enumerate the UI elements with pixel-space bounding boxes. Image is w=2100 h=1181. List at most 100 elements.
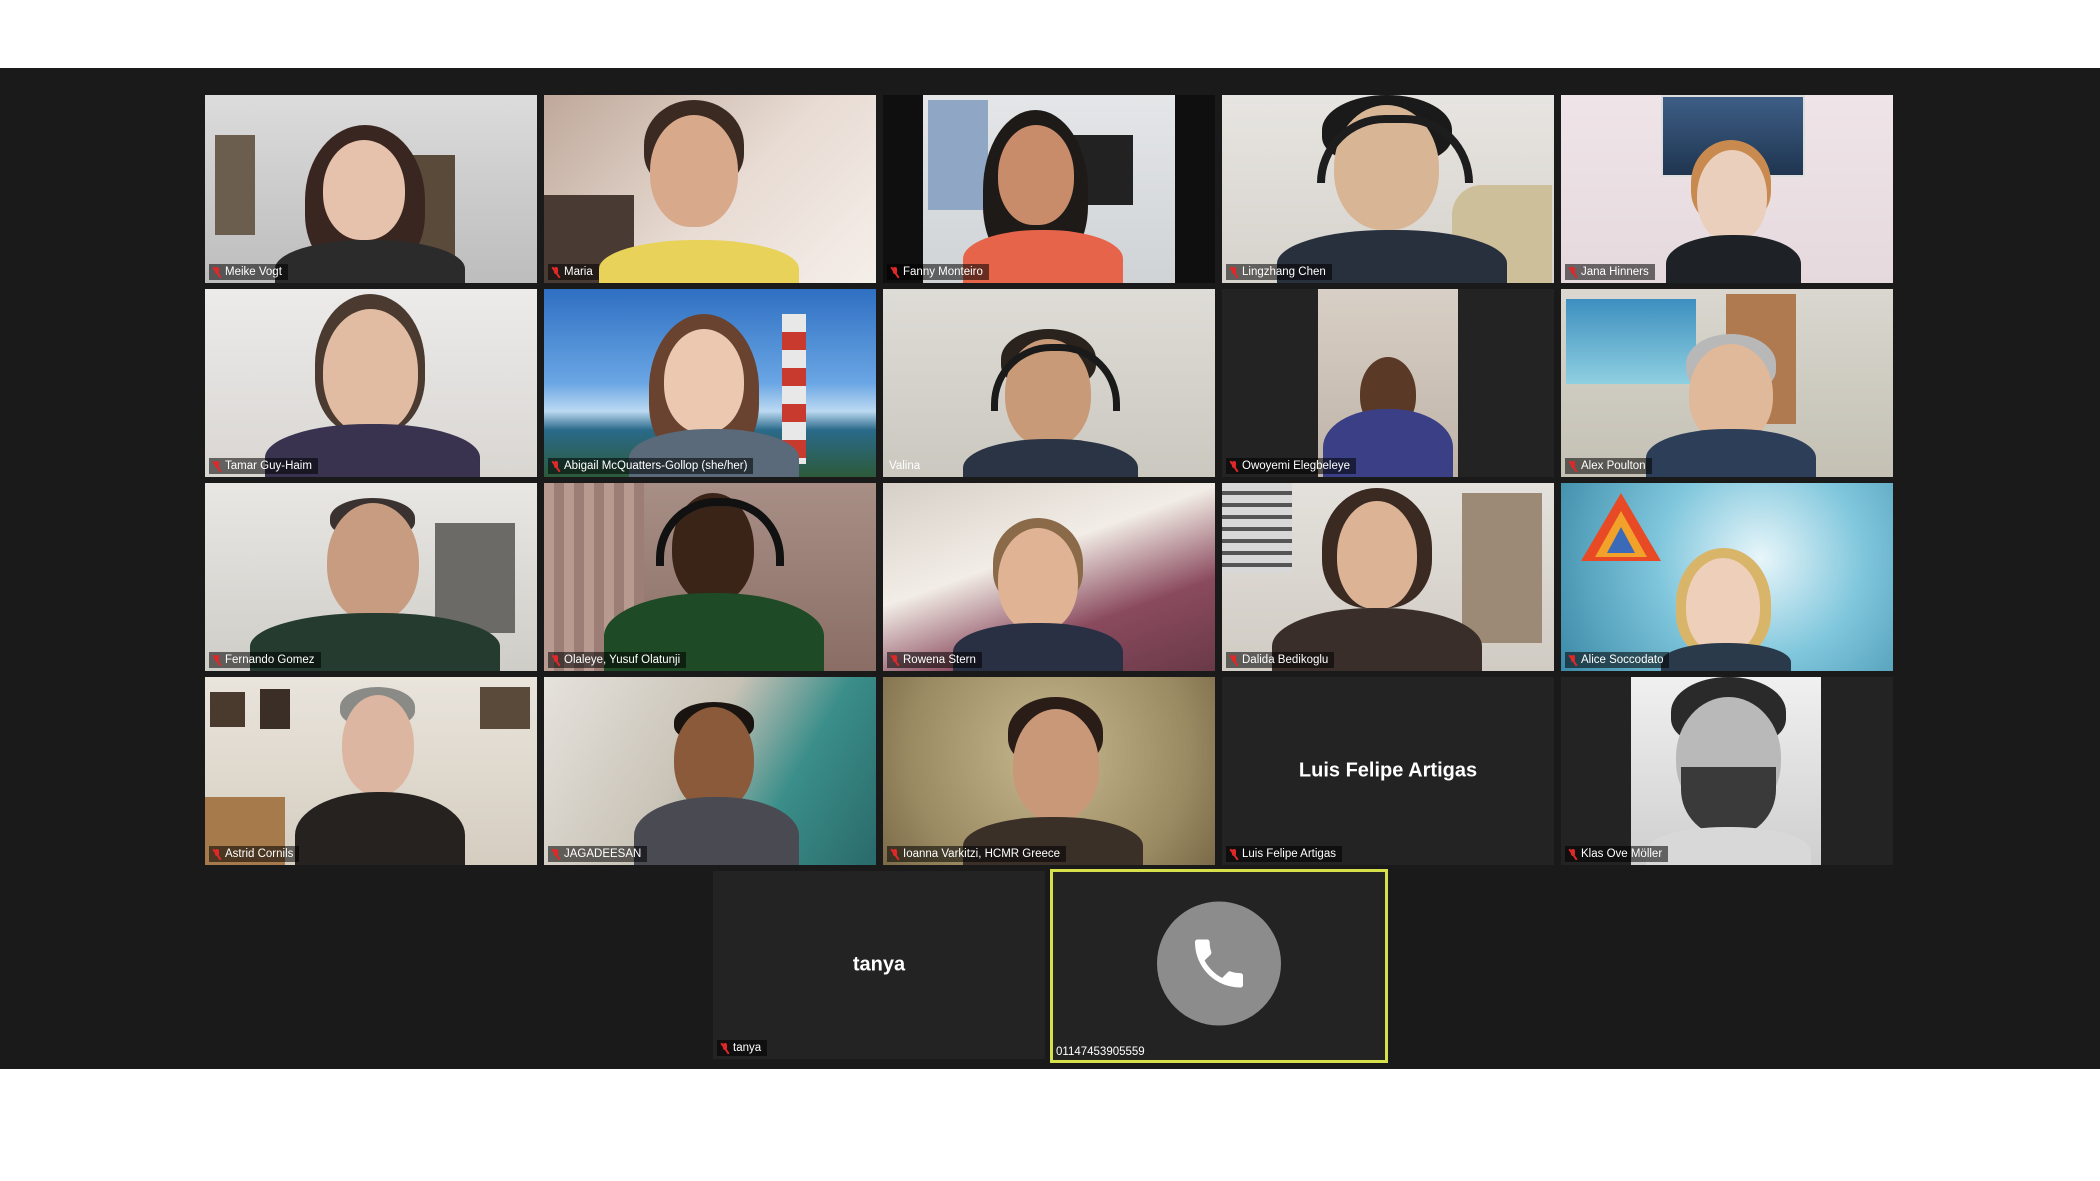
participant-name: Alex Poulton (1581, 460, 1646, 472)
participant-nameplate: Lingzhang Chen (1226, 264, 1332, 280)
video-feed (205, 483, 537, 671)
participant-name: Meike Vogt (225, 266, 282, 278)
mic-muted-icon (213, 266, 221, 278)
video-feed (883, 677, 1215, 865)
participant-tile[interactable]: Fernando Gomez (205, 483, 537, 671)
participant-tile[interactable]: Fanny Monteiro (883, 95, 1215, 283)
video-feed (1222, 95, 1554, 283)
phone-icon (1195, 939, 1243, 988)
participant-name: JAGADEESAN (564, 848, 642, 860)
participant-name: Alice Soccodato (1581, 654, 1664, 666)
mic-muted-icon (552, 654, 560, 666)
participant-nameplate: Olaleye, Yusuf Olatunji (548, 652, 687, 668)
mic-muted-icon (1230, 266, 1238, 278)
mic-muted-icon (213, 460, 221, 472)
video-feed (923, 95, 1175, 283)
participant-name: Tamar Guy-Haim (225, 460, 312, 472)
video-feed (1561, 95, 1893, 283)
participant-name: tanya (733, 1042, 762, 1054)
video-feed (1318, 289, 1458, 477)
mic-muted-icon (1230, 460, 1238, 472)
participant-tile[interactable]: Jana Hinners (1561, 95, 1893, 283)
participant-tile[interactable]: Maria (544, 95, 876, 283)
video-feed (1561, 289, 1893, 477)
video-feed (205, 677, 537, 865)
participant-nameplate: Luis Felipe Artigas (1226, 846, 1342, 862)
participant-tile[interactable]: Owoyemi Elegbeleye (1222, 289, 1554, 477)
participant-nameplate: Ioanna Varkitzi, HCMR Greece (887, 846, 1067, 862)
participant-nameplate: Astrid Cornils (209, 846, 300, 862)
participant-name: Dalida Bedikoglu (1242, 654, 1329, 666)
mic-muted-icon (213, 654, 221, 666)
mic-muted-icon (721, 1042, 729, 1054)
gallery-view: Meike Vogt Maria Fanny Monteiro Lingzhan… (0, 68, 2100, 1069)
participant-tile[interactable]: Alex Poulton (1561, 289, 1893, 477)
participant-nameplate: Owoyemi Elegbeleye (1226, 458, 1357, 474)
participant-tile[interactable]: Alice Soccodato (1561, 483, 1893, 671)
participant-tile[interactable]: Luis Felipe Artigas Luis Felipe Artigas (1222, 677, 1554, 865)
phone-number-label: 01147453905559 (1056, 1046, 1145, 1058)
participant-name: Ioanna Varkitzi, HCMR Greece (903, 848, 1061, 860)
participant-nameplate: Fernando Gomez (209, 652, 321, 668)
mic-muted-icon (213, 848, 221, 860)
participant-tile[interactable]: Meike Vogt (205, 95, 537, 283)
mic-muted-icon (1569, 848, 1577, 860)
logo-icon (1581, 493, 1661, 561)
mic-muted-icon (1569, 266, 1577, 278)
video-feed (883, 483, 1215, 671)
video-feed (205, 95, 537, 283)
mic-muted-icon (1230, 848, 1238, 860)
video-feed (1222, 483, 1554, 671)
mic-muted-icon (891, 654, 899, 666)
video-feed (544, 677, 876, 865)
participant-tile[interactable]: Astrid Cornils (205, 677, 537, 865)
participant-name: Astrid Cornils (225, 848, 294, 860)
participant-nameplate: Fanny Monteiro (887, 264, 989, 280)
participant-nameplate: Abigail McQuatters-Gollop (she/her) (548, 458, 754, 474)
participant-nameplate: Alice Soccodato (1565, 652, 1670, 668)
participant-tile-active-speaker[interactable]: 01147453905559 (1050, 869, 1388, 1063)
mic-muted-icon (891, 848, 899, 860)
participant-tile[interactable]: tanya tanya (713, 871, 1045, 1059)
participant-display-name: Luis Felipe Artigas (1298, 759, 1478, 782)
participant-name: Owoyemi Elegbeleye (1242, 460, 1351, 472)
video-feed (883, 289, 1215, 477)
participant-nameplate: Jana Hinners (1565, 264, 1655, 280)
participant-name: Luis Felipe Artigas (1242, 848, 1336, 860)
participant-tile[interactable]: Valina (883, 289, 1215, 477)
participant-name: Abigail McQuatters-Gollop (she/her) (564, 460, 748, 472)
participant-nameplate: Tamar Guy-Haim (209, 458, 318, 474)
video-feed (1561, 483, 1893, 671)
participant-tile[interactable]: Tamar Guy-Haim (205, 289, 537, 477)
participant-name: Fanny Monteiro (903, 266, 983, 278)
participant-nameplate: Maria (548, 264, 599, 280)
mic-muted-icon (1230, 654, 1238, 666)
mic-muted-icon (1569, 460, 1577, 472)
participant-name: Maria (564, 266, 593, 278)
participant-tile[interactable]: Olaleye, Yusuf Olatunji (544, 483, 876, 671)
participant-tile[interactable]: Dalida Bedikoglu (1222, 483, 1554, 671)
video-feed (544, 95, 876, 283)
phone-avatar (1157, 901, 1281, 1026)
participant-name: Valina (889, 460, 921, 472)
participant-tile[interactable]: Abigail McQuatters-Gollop (she/her) (544, 289, 876, 477)
mic-muted-icon (891, 266, 899, 278)
participant-display-name: tanya (852, 953, 906, 976)
mic-muted-icon (552, 848, 560, 860)
mic-muted-icon (1569, 654, 1577, 666)
participant-nameplate: Alex Poulton (1565, 458, 1652, 474)
participant-name: Olaleye, Yusuf Olatunji (564, 654, 681, 666)
participant-nameplate: Meike Vogt (209, 264, 288, 280)
participant-tile[interactable]: Lingzhang Chen (1222, 95, 1554, 283)
participant-name: Klas Ove Möller (1581, 848, 1663, 860)
participant-tile[interactable]: JAGADEESAN (544, 677, 876, 865)
participant-tile[interactable]: Klas Ove Möller (1561, 677, 1893, 865)
participant-name: Rowena Stern (903, 654, 976, 666)
participant-tile[interactable]: Rowena Stern (883, 483, 1215, 671)
participant-tile[interactable]: Ioanna Varkitzi, HCMR Greece (883, 677, 1215, 865)
video-feed (1631, 677, 1821, 865)
participant-name: Fernando Gomez (225, 654, 315, 666)
participant-name: Jana Hinners (1581, 266, 1649, 278)
participant-nameplate: Klas Ove Möller (1565, 846, 1669, 862)
participant-nameplate: Rowena Stern (887, 652, 982, 668)
